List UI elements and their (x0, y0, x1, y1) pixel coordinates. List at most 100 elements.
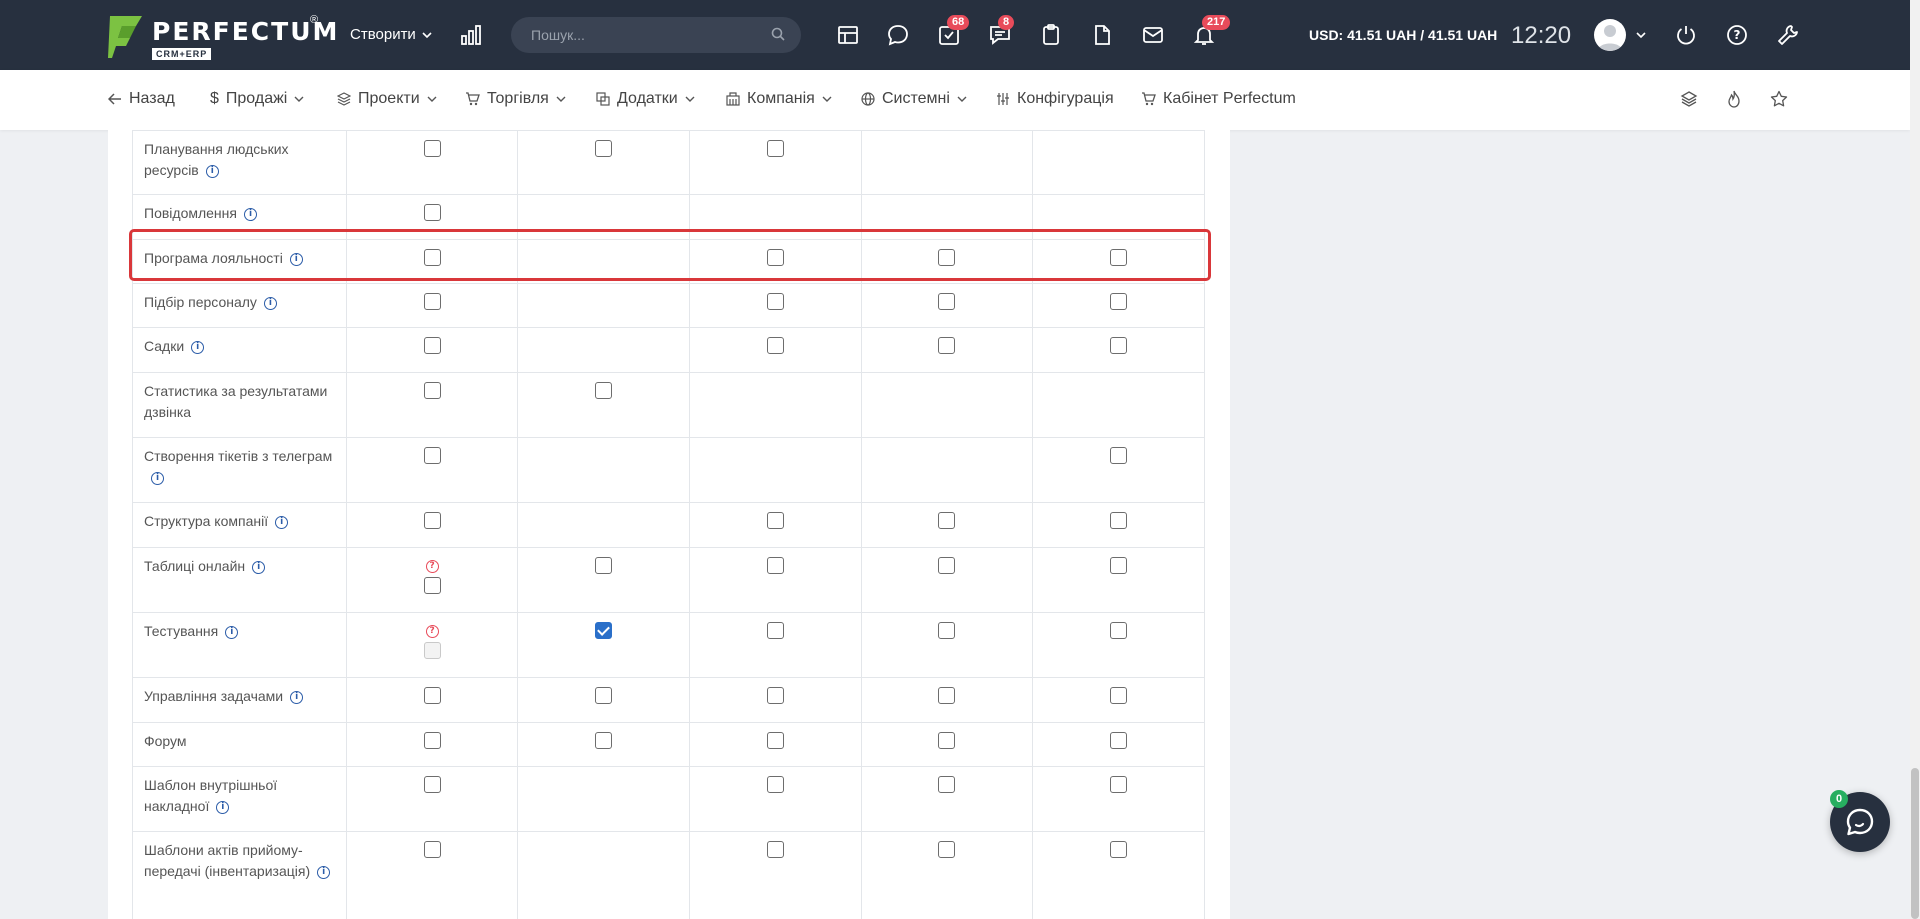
checkbox[interactable] (423, 731, 441, 749)
tasks-button[interactable]: 68 (937, 15, 970, 47)
checkbox[interactable] (938, 336, 956, 354)
documents-button[interactable] (1090, 23, 1114, 47)
discussions-button[interactable]: 8 (988, 15, 1015, 47)
checkbox[interactable] (423, 840, 441, 858)
checkbox[interactable] (938, 731, 956, 749)
checkbox[interactable] (938, 686, 956, 704)
info-icon[interactable]: i (191, 340, 205, 354)
checkbox[interactable] (423, 381, 441, 399)
layers-button[interactable] (1680, 90, 1698, 113)
checkbox[interactable] (938, 248, 956, 266)
info-icon[interactable]: i (263, 296, 277, 310)
nav-company[interactable]: Компанія (726, 90, 832, 108)
notifications-button[interactable]: 217 (1192, 15, 1231, 47)
logout-button[interactable] (1675, 24, 1697, 51)
checkbox[interactable] (595, 556, 613, 574)
info-icon[interactable]: i (317, 865, 331, 879)
checkbox-checked[interactable] (595, 621, 613, 639)
scrollbar-thumb[interactable] (1911, 768, 1919, 919)
checkbox[interactable] (766, 621, 784, 639)
question-icon[interactable]: ? (425, 560, 439, 573)
nav-cabinet[interactable]: Кабінет Perfectum (1141, 90, 1296, 108)
settings-button[interactable] (1777, 24, 1799, 51)
info-icon[interactable]: i (243, 207, 257, 221)
info-icon[interactable]: i (252, 560, 266, 574)
info-icon[interactable]: i (290, 690, 304, 704)
question-icon[interactable]: ? (425, 625, 439, 638)
clipboard-button[interactable] (1039, 23, 1063, 47)
checkbox[interactable] (1110, 248, 1128, 266)
checkbox[interactable] (1110, 446, 1128, 464)
messages-button[interactable] (886, 23, 910, 47)
info-icon[interactable]: i (151, 471, 164, 485)
permission-cell (517, 547, 691, 613)
info-icon[interactable]: i (216, 800, 230, 814)
checkbox[interactable] (766, 248, 784, 266)
checkbox[interactable] (1110, 336, 1128, 354)
checkbox[interactable] (766, 775, 784, 793)
checkbox[interactable] (766, 292, 784, 310)
permission-cell (860, 677, 1034, 723)
checkbox[interactable] (766, 686, 784, 704)
permission-cell (860, 831, 1034, 919)
nav-sales[interactable]: $ Продажі (210, 90, 304, 108)
checkbox[interactable] (938, 840, 956, 858)
checkbox[interactable] (1110, 731, 1128, 749)
checkbox[interactable] (766, 511, 784, 529)
nav-config[interactable]: Конфігурація (996, 90, 1114, 108)
checkbox[interactable] (595, 731, 613, 749)
checkbox[interactable] (1110, 556, 1128, 574)
search-input[interactable] (511, 17, 801, 53)
checkbox[interactable] (423, 446, 441, 464)
checkbox[interactable] (766, 556, 784, 574)
checkbox[interactable] (423, 336, 441, 354)
checkbox[interactable] (1110, 775, 1128, 793)
checkbox[interactable] (423, 775, 441, 793)
checkbox[interactable] (423, 576, 441, 594)
checkbox[interactable] (423, 686, 441, 704)
search-box[interactable] (511, 17, 801, 53)
nav-addons[interactable]: Додатки (596, 90, 695, 108)
checkbox[interactable] (938, 621, 956, 639)
checkbox[interactable] (423, 139, 441, 157)
permission-cell (689, 766, 862, 832)
checkbox[interactable] (766, 139, 784, 157)
info-icon[interactable]: i (275, 515, 289, 529)
create-menu-button[interactable]: Створити (350, 26, 432, 43)
checkbox[interactable] (423, 292, 441, 310)
chevron-down-icon[interactable] (1636, 30, 1646, 40)
info-icon[interactable]: i (225, 625, 239, 639)
nav-projects[interactable]: Проекти (337, 90, 437, 108)
checkbox[interactable] (1110, 292, 1128, 310)
checkbox[interactable] (1110, 686, 1128, 704)
scrollbar[interactable] (1910, 0, 1920, 919)
nav-system[interactable]: Системні (861, 90, 967, 108)
checkbox[interactable] (1110, 511, 1128, 529)
info-icon[interactable]: i (205, 164, 219, 178)
checkbox[interactable] (938, 292, 956, 310)
nav-trade[interactable]: Торгівля (465, 90, 566, 108)
checkbox[interactable] (423, 203, 441, 221)
checkbox[interactable] (938, 556, 956, 574)
checkbox[interactable] (938, 775, 956, 793)
checkbox[interactable] (423, 248, 441, 266)
mail-button[interactable] (1141, 23, 1165, 47)
checkbox[interactable] (766, 731, 784, 749)
checkbox[interactable] (595, 139, 613, 157)
avatar[interactable] (1594, 19, 1626, 51)
reports-button[interactable] (460, 24, 482, 51)
checkbox[interactable] (595, 381, 613, 399)
checkbox[interactable] (1110, 621, 1128, 639)
favorites-button[interactable] (1770, 90, 1788, 113)
checkbox[interactable] (766, 840, 784, 858)
checkbox[interactable] (423, 511, 441, 529)
checkbox[interactable] (1110, 840, 1128, 858)
checkbox[interactable] (595, 686, 613, 704)
info-icon[interactable]: i (289, 252, 303, 266)
table-button[interactable] (836, 23, 860, 47)
hot-button[interactable] (1725, 90, 1743, 113)
checkbox[interactable] (766, 336, 784, 354)
help-button[interactable]: ? (1726, 24, 1748, 51)
nav-back[interactable]: Назад (108, 90, 175, 108)
checkbox[interactable] (938, 511, 956, 529)
